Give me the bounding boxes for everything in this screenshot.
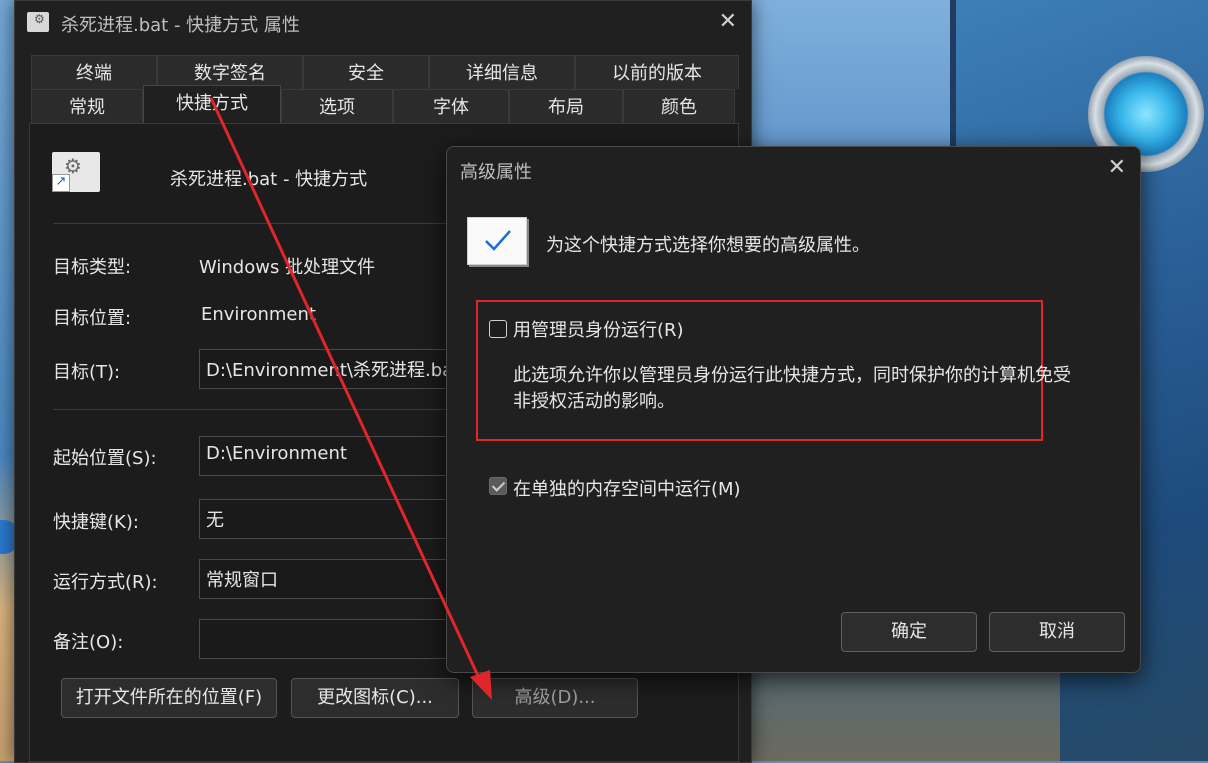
run-as-admin-description: 此选项允许你以管理员身份运行此快捷方式，同时保护你的计算机免受非授权活动的影响。 — [513, 365, 1071, 412]
tab-options[interactable]: 选项 — [281, 89, 393, 123]
checkmark-icon — [467, 217, 527, 265]
tab-previous-versions[interactable]: 以前的版本 — [575, 55, 739, 89]
open-file-location-button[interactable]: 打开文件所在的位置(F) — [61, 678, 277, 718]
ok-button[interactable]: 确定 — [841, 612, 977, 652]
window-title: 杀死进程.bat - 快捷方式 属性 — [61, 15, 300, 36]
start-in-input[interactable]: D:\Environment — [199, 436, 459, 476]
tab-colors[interactable]: 颜色 — [623, 89, 735, 123]
separate-memory-label[interactable]: 在单独的内存空间中运行(M) — [513, 475, 741, 501]
comment-input[interactable] — [199, 619, 459, 659]
target-location-value: Environment — [201, 304, 316, 325]
close-icon[interactable]: ✕ — [719, 9, 737, 34]
tab-security[interactable]: 安全 — [303, 55, 429, 89]
tab-shortcut[interactable]: 快捷方式 — [143, 85, 281, 125]
shortcut-name: 杀死进程.bat - 快捷方式 — [170, 169, 368, 190]
shortcut-arrow-icon: ↗ — [52, 174, 70, 192]
run-label: 运行方式(R): — [53, 572, 158, 593]
tab-layout[interactable]: 布局 — [509, 89, 623, 123]
shortcut-icon — [27, 12, 49, 32]
advanced-properties-dialog: 高级属性 ✕ 为这个快捷方式选择你想要的高级属性。 用管理员身份运行(R) 此选… — [446, 146, 1141, 673]
target-input[interactable]: D:\Environment\杀死进程.bat — [199, 349, 459, 389]
separate-memory-checkbox[interactable] — [489, 477, 507, 495]
shortcut-file-icon: ⚙ ↗ — [52, 152, 100, 192]
tab-terminal[interactable]: 终端 — [31, 55, 157, 89]
tab-row-1: 终端 数字签名 安全 详细信息 以前的版本 — [31, 55, 739, 91]
comment-label: 备注(O): — [53, 632, 124, 653]
close-icon[interactable]: ✕ — [1108, 155, 1126, 180]
target-location-label: 目标位置: — [53, 308, 132, 329]
hotkey-label: 快捷键(K): — [53, 512, 139, 533]
tab-general[interactable]: 常规 — [31, 89, 143, 123]
divider — [53, 223, 473, 224]
title-bar[interactable]: 杀死进程.bat - 快捷方式 属性 ✕ — [15, 1, 751, 45]
change-icon-button[interactable]: 更改图标(C)... — [291, 678, 459, 718]
target-label: 目标(T): — [53, 362, 121, 383]
tab-row-2: 常规 快捷方式 选项 字体 布局 颜色 — [31, 85, 735, 125]
divider — [53, 409, 473, 410]
hotkey-input[interactable]: 无 — [199, 499, 459, 539]
run-as-admin-checkbox[interactable] — [489, 320, 507, 338]
tab-digital-signature[interactable]: 数字签名 — [157, 55, 303, 89]
target-type-value: Windows 批处理文件 — [199, 257, 376, 278]
run-as-admin-label[interactable]: 用管理员身份运行(R) — [513, 316, 684, 342]
target-type-label: 目标类型: — [53, 257, 132, 278]
advanced-button[interactable]: 高级(D)... — [472, 678, 638, 718]
tab-details[interactable]: 详细信息 — [429, 55, 575, 89]
run-select[interactable]: 常规窗口 — [199, 559, 459, 599]
tab-font[interactable]: 字体 — [393, 89, 509, 123]
dialog-intro: 为这个快捷方式选择你想要的高级属性。 — [546, 235, 870, 256]
start-in-label: 起始位置(S): — [53, 448, 157, 469]
cancel-button[interactable]: 取消 — [989, 612, 1125, 652]
dialog-title: 高级属性 — [460, 162, 532, 183]
